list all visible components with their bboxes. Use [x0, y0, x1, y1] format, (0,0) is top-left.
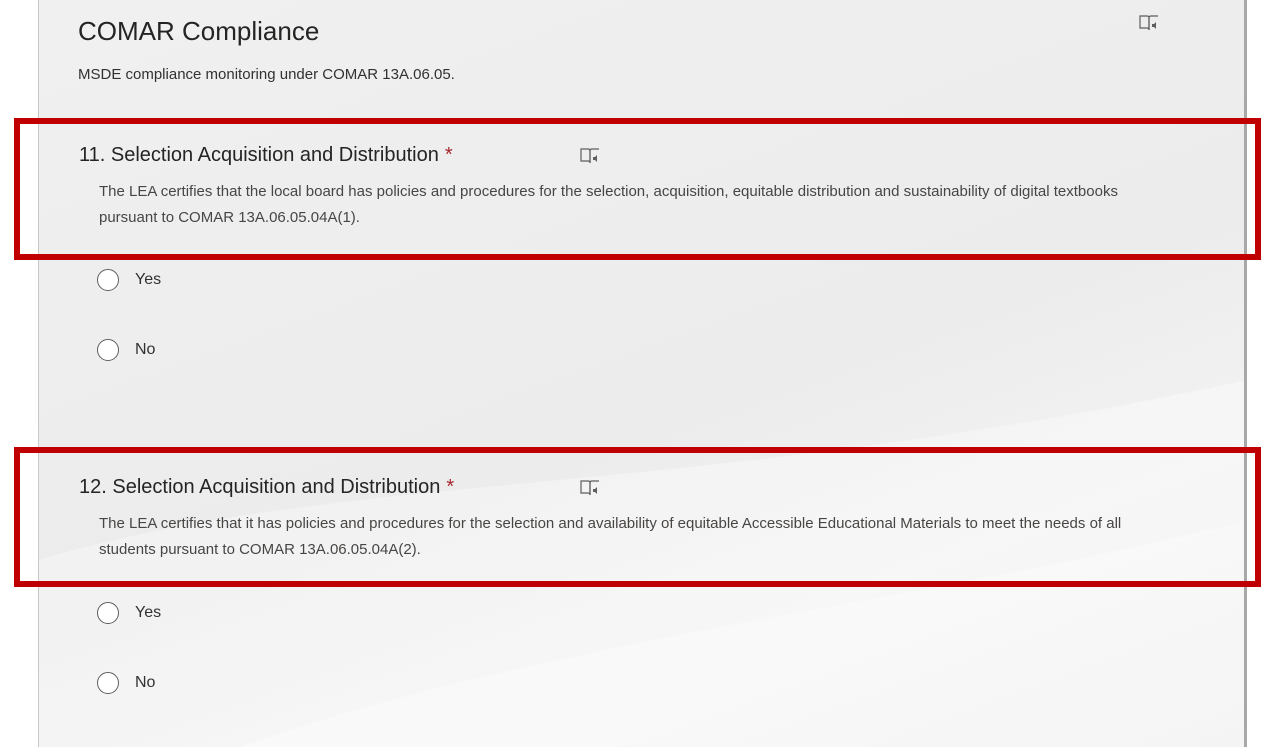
question-title-text: 11. Selection Acquisition and Distributi…: [79, 144, 439, 166]
question-12-title: 12. Selection Acquisition and Distributi…: [79, 476, 454, 499]
background-swoosh: [39, 380, 1244, 747]
option-label: Yes: [135, 604, 162, 621]
question-12-option-no[interactable]: No: [97, 670, 155, 696]
question-11-description: The LEA certifies that the local board h…: [99, 183, 1118, 226]
option-label: Yes: [135, 271, 162, 288]
radio-button[interactable]: [97, 672, 119, 694]
question-title-text: 12. Selection Acquisition and Distributi…: [79, 476, 441, 498]
question-11-option-yes[interactable]: Yes: [97, 267, 161, 293]
option-label: No: [135, 674, 156, 691]
immersive-reader-icon[interactable]: [580, 147, 600, 165]
page-margin-right: [1247, 0, 1261, 747]
question-11-title: 11. Selection Acquisition and Distributi…: [79, 144, 453, 167]
book-speaker-icon: [580, 480, 599, 496]
option-label: No: [135, 341, 156, 358]
question-12-description: The LEA certifies that it has policies a…: [99, 515, 1122, 558]
required-asterisk: *: [444, 144, 453, 166]
radio-button[interactable]: [97, 602, 119, 624]
immersive-reader-icon[interactable]: [580, 479, 600, 497]
form-section-card: [38, 0, 1247, 747]
radio-button[interactable]: [97, 269, 119, 291]
page-margin-left: [0, 0, 38, 747]
book-speaker-icon: [580, 148, 599, 164]
section-description: MSDE compliance monitoring under COMAR 1…: [78, 66, 455, 83]
radio-button[interactable]: [97, 339, 119, 361]
required-asterisk: *: [446, 476, 455, 498]
question-11-option-no[interactable]: No: [97, 337, 155, 363]
immersive-reader-icon[interactable]: [1139, 14, 1159, 32]
book-speaker-icon: [1139, 15, 1158, 31]
section-title: COMAR Compliance: [78, 16, 320, 46]
question-12-option-yes[interactable]: Yes: [97, 600, 161, 626]
